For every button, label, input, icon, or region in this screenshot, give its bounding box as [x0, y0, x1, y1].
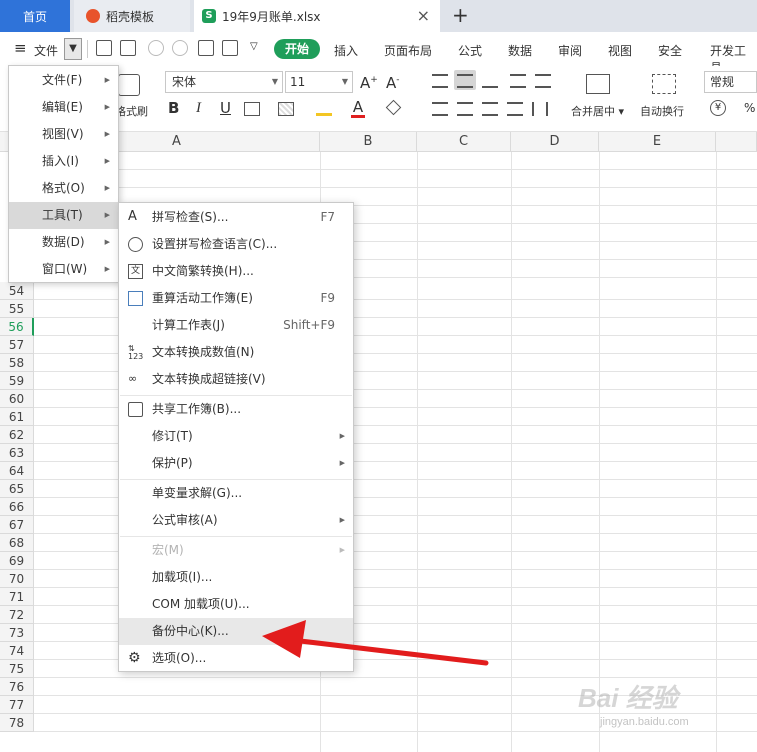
- annotation-arrow: [262, 620, 489, 666]
- watermark-brand: Bai 经验: [578, 683, 678, 713]
- baidu-watermark: Bai 经验 jingyan.baidu.com: [578, 678, 748, 738]
- watermark-url: jingyan.baidu.com: [600, 716, 689, 728]
